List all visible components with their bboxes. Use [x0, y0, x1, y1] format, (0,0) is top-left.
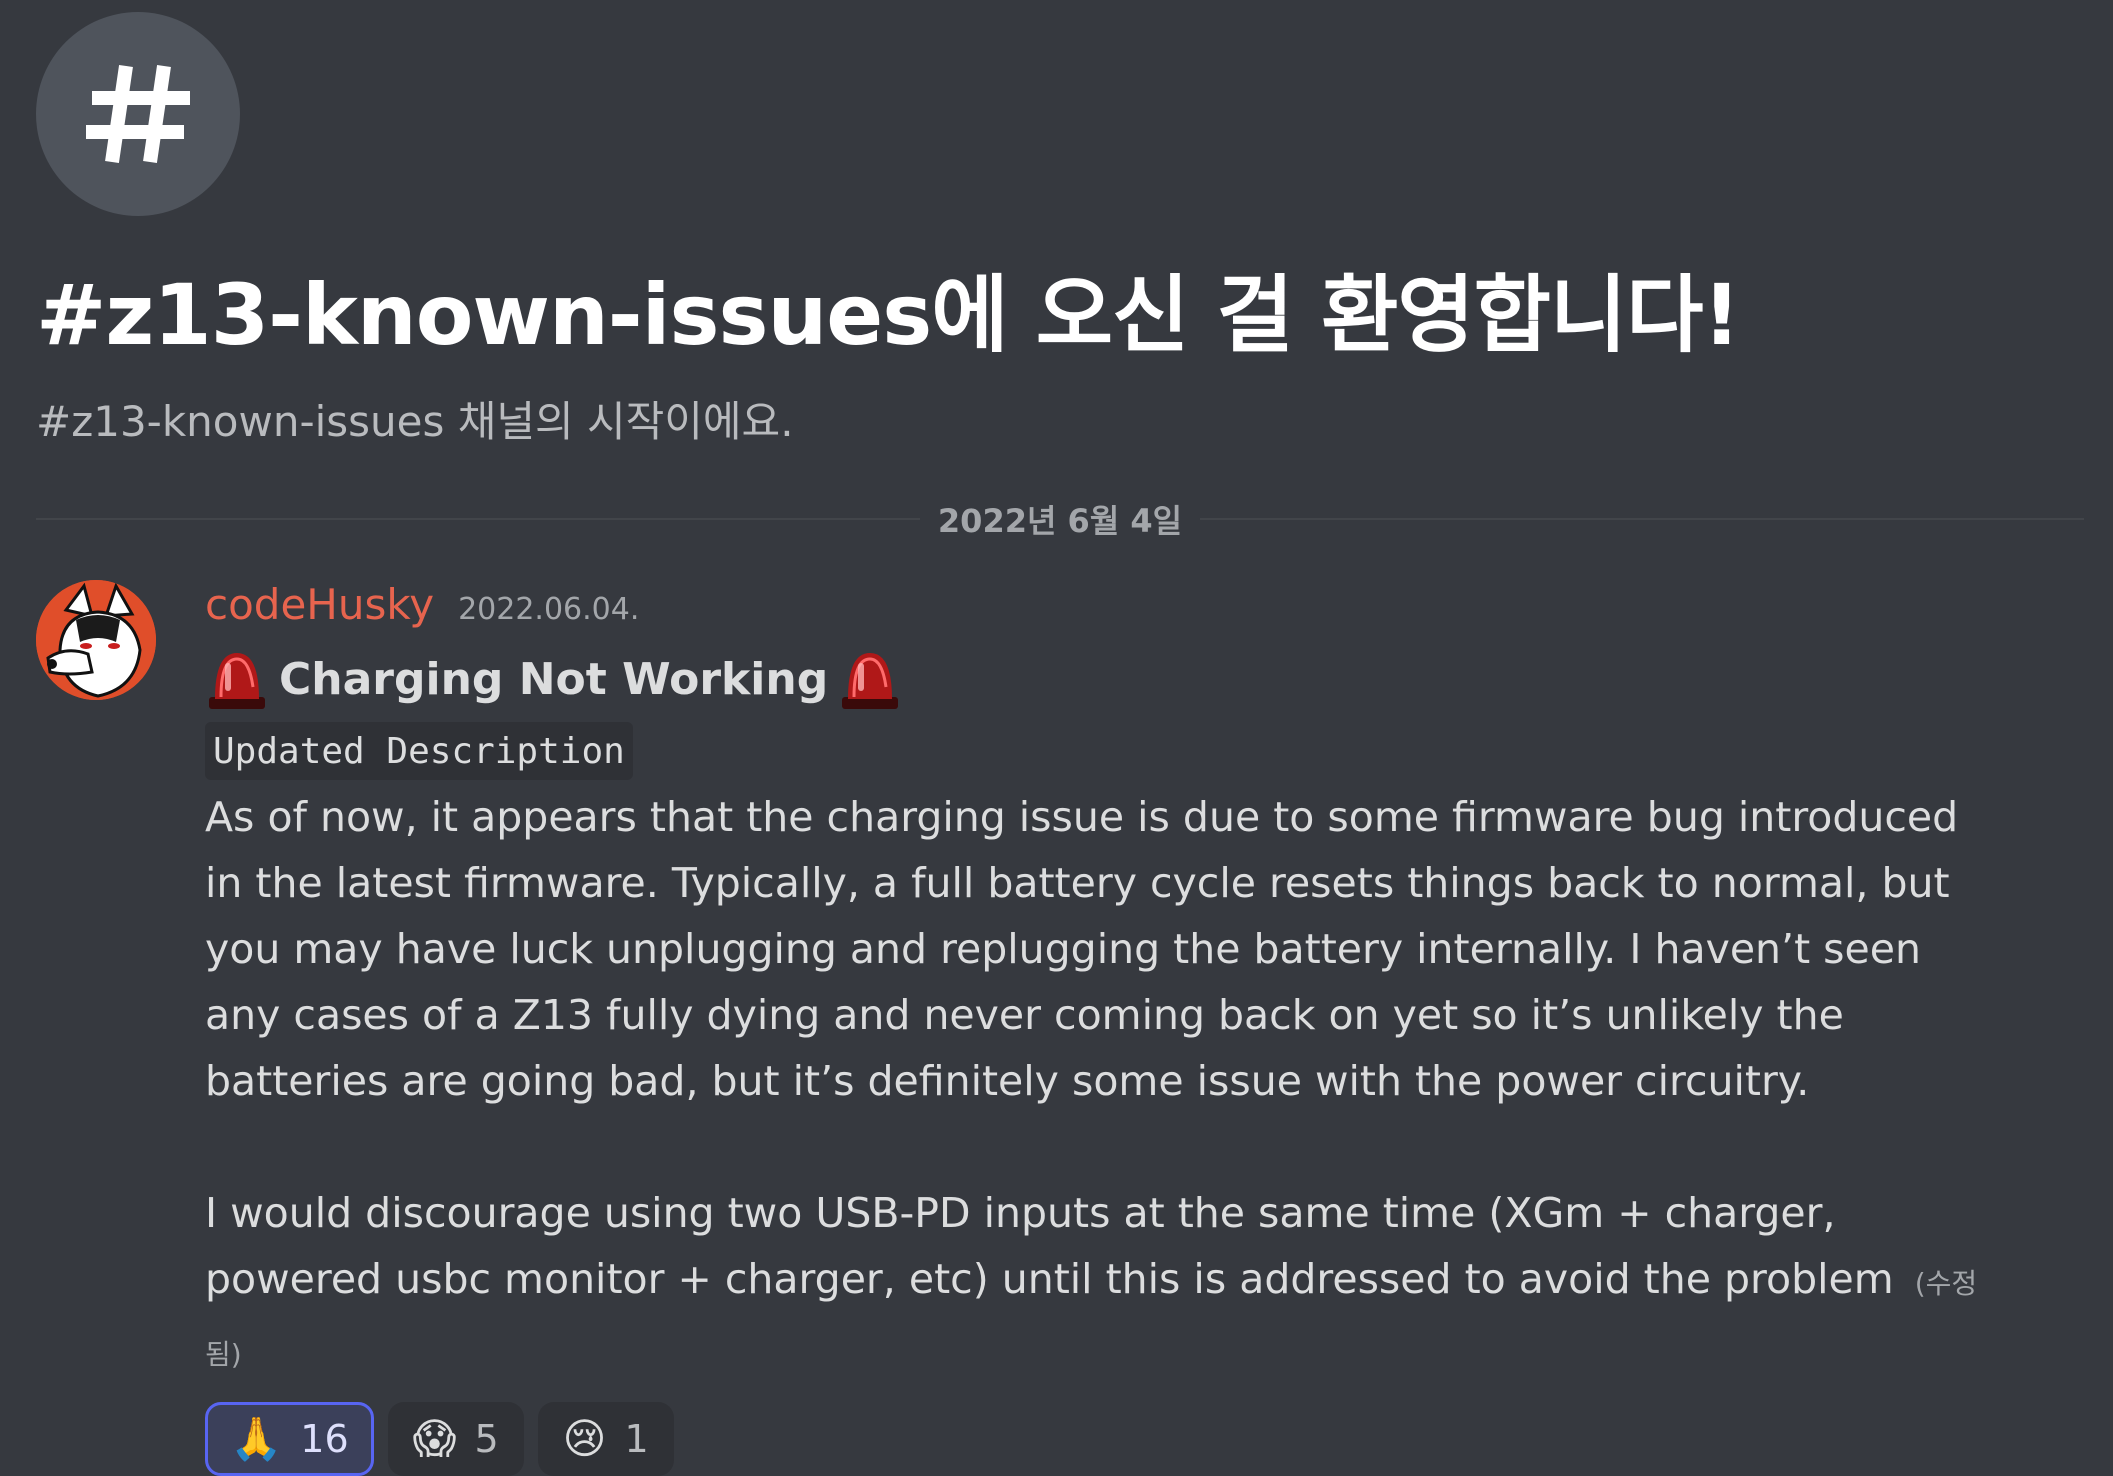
message: codeHusky 2022.06.04. Charging Not Worki… — [205, 580, 2085, 1476]
message-heading: Charging Not Working — [205, 642, 2085, 716]
channel-welcome-title: #z13-known-issues에 오신 걸 환영합니다! — [36, 266, 1741, 364]
rotating-light-icon — [209, 653, 265, 709]
rotating-light-icon — [842, 653, 899, 709]
channel-welcome-subtitle: #z13-known-issues 채널의 시작이에요. — [36, 397, 794, 446]
avatar[interactable] — [36, 580, 156, 700]
channel-hash-badge — [36, 12, 240, 216]
reaction-folded-hands[interactable]: 🙏 16 — [205, 1402, 374, 1476]
message-paragraph-2: I would discourage using two USB-PD inpu… — [205, 1189, 1894, 1303]
reaction-count: 16 — [300, 1417, 349, 1461]
reaction-screaming-face[interactable]: 😱 5 — [387, 1402, 524, 1476]
date-divider: 2022년 6월 4일 — [36, 498, 2085, 540]
message-header: codeHusky 2022.06.04. — [205, 580, 2085, 640]
message-body: As of now, it appears that the charging … — [205, 784, 1985, 1388]
message-paragraph-2-wrap: I would discourage using two USB-PD inpu… — [205, 1180, 1985, 1388]
inline-code-label: Updated Description — [205, 722, 633, 780]
husky-avatar-icon — [36, 580, 156, 700]
message-heading-text: Charging Not Working — [279, 653, 829, 705]
divider-line-left — [36, 518, 920, 520]
message-paragraph-1: As of now, it appears that the charging … — [205, 793, 1959, 1105]
message-timestamp[interactable]: 2022.06.04. — [458, 592, 639, 627]
divider-date: 2022년 6월 4일 — [937, 502, 1183, 540]
message-author[interactable]: codeHusky — [205, 580, 434, 629]
screaming-face-icon: 😱 — [412, 1414, 457, 1463]
reaction-count: 1 — [624, 1417, 649, 1461]
reaction-crying-face[interactable]: 😢 1 — [537, 1402, 674, 1476]
hash-icon — [86, 64, 190, 164]
crying-face-icon: 😢 — [562, 1414, 607, 1463]
divider-line-right — [1200, 518, 2085, 520]
folded-hands-icon: 🙏 — [230, 1414, 283, 1463]
reaction-count: 5 — [474, 1417, 499, 1461]
reactions-bar: 🙏 16 😱 5 😢 1 — [205, 1402, 2085, 1476]
